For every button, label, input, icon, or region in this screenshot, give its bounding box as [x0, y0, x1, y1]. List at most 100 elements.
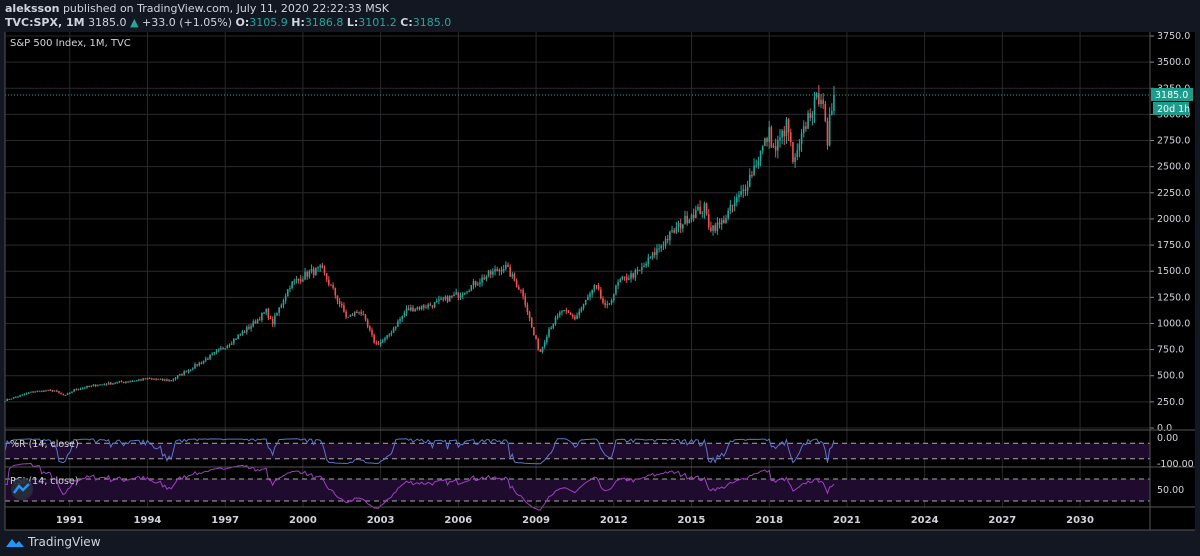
candle-body	[731, 204, 734, 207]
candle-body	[386, 335, 388, 339]
candle-body	[6, 399, 8, 401]
chart[interactable]: 0.0250.0500.0750.01000.01250.01500.01750…	[0, 0, 1200, 556]
candle-body	[636, 269, 639, 271]
candle-body	[571, 314, 574, 317]
candle-body	[805, 126, 807, 129]
candle-body	[505, 264, 507, 269]
candle-body	[103, 384, 106, 386]
candle-body	[21, 394, 24, 396]
candle-body	[323, 267, 326, 274]
candle-body	[619, 279, 622, 283]
candle-body	[725, 218, 727, 224]
candle-body	[32, 391, 34, 393]
candle-body	[576, 315, 578, 320]
candle-body	[828, 114, 831, 146]
candle-body	[334, 287, 337, 296]
candle-body	[392, 328, 395, 333]
candle-body	[634, 270, 637, 278]
candle-body	[716, 222, 719, 232]
candle-body	[546, 336, 548, 343]
chart-legend[interactable]: S&P 500 Index, 1M, TVC	[10, 38, 131, 49]
candle-body	[250, 326, 252, 329]
candle-body	[276, 312, 278, 316]
candle-body	[92, 384, 95, 386]
candle-body	[833, 95, 835, 112]
candle-body	[217, 349, 220, 351]
candle-body	[73, 389, 75, 392]
price-axis-label: 1250.0	[1157, 292, 1190, 303]
candle-body	[647, 257, 650, 264]
candle-body	[703, 203, 706, 213]
candle-body	[10, 398, 13, 400]
footer-brand[interactable]: TradingView	[28, 535, 101, 549]
price-axis-label: 750.0	[1157, 345, 1184, 356]
candle-body	[591, 289, 593, 294]
price-axis-label: 1500.0	[1157, 266, 1190, 277]
candle-body	[170, 380, 173, 382]
candle-body	[794, 157, 796, 162]
candle-body	[744, 189, 747, 191]
time-axis-label: 2009	[522, 515, 550, 526]
candle-body	[541, 346, 544, 352]
candle-body	[258, 319, 261, 321]
candle-body	[77, 389, 80, 391]
candle-body	[40, 390, 43, 392]
candle-body	[412, 307, 414, 312]
candle-body	[166, 379, 168, 381]
candle-body	[204, 358, 207, 361]
time-axis-label: 1994	[134, 515, 162, 526]
candle-body	[582, 304, 585, 309]
candle-body	[528, 312, 531, 319]
candle-body	[381, 340, 384, 342]
wr-legend[interactable]: %R (14, close)	[10, 439, 79, 450]
candle-body	[153, 378, 155, 380]
candle-body	[459, 295, 462, 298]
time-axis-label: 2015	[678, 515, 706, 526]
candle-body	[202, 360, 205, 363]
candle-body	[295, 279, 298, 281]
candle-body	[64, 394, 67, 396]
candle-body	[615, 285, 617, 295]
candle-body	[483, 277, 486, 280]
price-axis-label: 2750.0	[1157, 136, 1190, 147]
candle-body	[176, 375, 179, 378]
candle-body	[144, 378, 147, 380]
candle-body	[366, 319, 369, 327]
candle-body	[502, 268, 505, 272]
candle-body	[632, 273, 634, 278]
candle-body	[533, 327, 535, 336]
candle-body	[442, 298, 445, 300]
candle-body	[304, 272, 306, 280]
candle-body	[338, 300, 341, 305]
candle-body	[120, 381, 123, 383]
candle-body	[414, 309, 416, 312]
candle-body	[14, 396, 17, 398]
candle-body	[194, 364, 196, 369]
candle-body	[99, 384, 101, 386]
candle-body	[699, 206, 701, 214]
candle-body	[820, 99, 822, 105]
candle-body	[755, 165, 758, 167]
candle-body	[118, 381, 121, 383]
candle-body	[284, 296, 287, 301]
candle-body	[729, 204, 732, 211]
candle-body	[466, 291, 468, 293]
candle-body	[526, 305, 529, 313]
candle-body	[561, 311, 563, 313]
candle-body	[742, 189, 745, 192]
candle-body	[479, 282, 481, 285]
countdown-badge-text: 20d 1h	[1157, 104, 1190, 115]
candle-body	[187, 369, 190, 373]
candle-body	[155, 379, 157, 381]
candle-body	[189, 369, 192, 371]
candle-body	[697, 206, 699, 210]
candle-body	[580, 308, 583, 312]
candle-body	[779, 137, 781, 141]
candle-body	[520, 289, 522, 291]
footer: TradingView	[5, 535, 101, 549]
candle-body	[593, 285, 596, 290]
candle-body	[656, 248, 658, 255]
candle-body	[513, 274, 516, 281]
candle-body	[589, 293, 591, 297]
candle-body	[150, 378, 153, 380]
